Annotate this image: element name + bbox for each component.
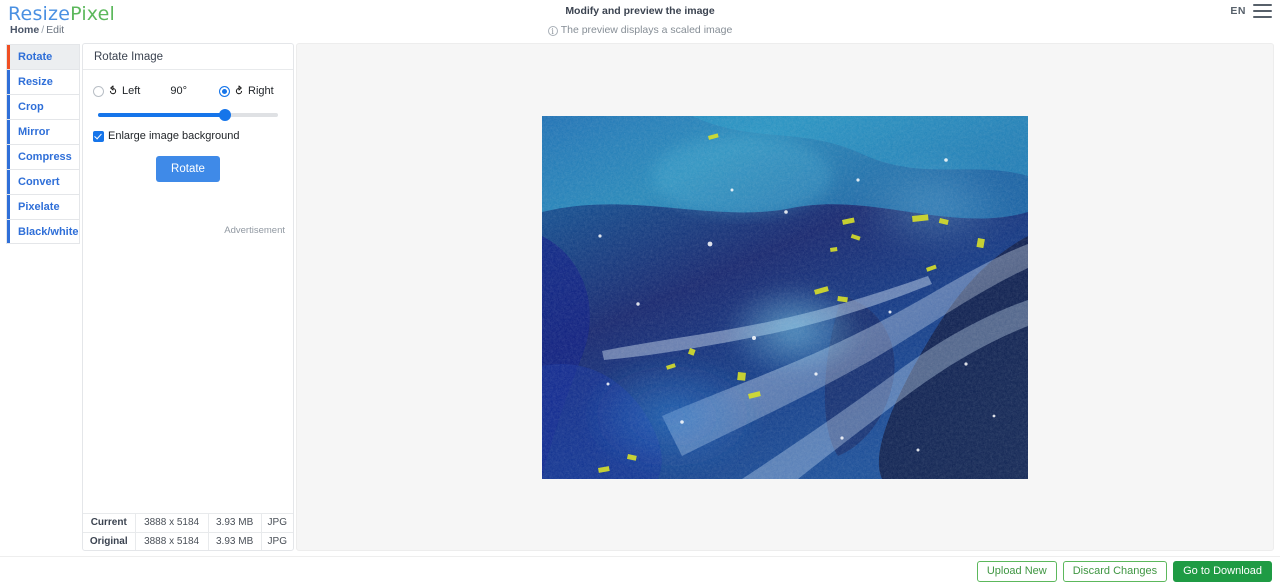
sidebar-item-crop[interactable]: Crop: [6, 94, 80, 119]
logo-text-pixel: Pixel: [70, 3, 116, 25]
sidebar-item-label: Black/white: [18, 225, 79, 238]
sidebar-item-resize[interactable]: Resize: [6, 69, 80, 94]
sidebar-item-convert[interactable]: Convert: [6, 169, 80, 194]
enlarge-background-label: Enlarge image background: [108, 130, 240, 142]
preview-note: i The preview displays a scaled image: [0, 24, 1280, 37]
action-footer: Upload New Discard Changes Go to Downloa…: [0, 556, 1280, 585]
header-right-controls: EN: [1230, 4, 1272, 18]
go-to-download-button[interactable]: Go to Download: [1173, 560, 1272, 582]
image-preview-area: [296, 43, 1274, 551]
row-format: JPG: [267, 535, 287, 547]
enlarge-background-option[interactable]: Enlarge image background: [93, 130, 283, 142]
preview-image[interactable]: [542, 115, 1028, 479]
rotate-angle-slider[interactable]: [93, 109, 283, 121]
row-label: Current: [83, 514, 136, 533]
sidebar-item-pixelate[interactable]: Pixelate: [6, 194, 80, 219]
row-label: Original: [83, 532, 136, 550]
rotate-left-label: Left: [122, 85, 141, 97]
rotate-left-radio[interactable]: [93, 85, 104, 97]
image-info-table: Current 3888 x 5184 3.93 MB JPG Original…: [83, 513, 293, 550]
slider-thumb[interactable]: [219, 109, 231, 121]
upload-new-button[interactable]: Upload New: [976, 560, 1057, 582]
sidebar-item-label: Mirror: [18, 126, 50, 138]
sidebar-item-black-white[interactable]: Black/white: [6, 219, 80, 244]
sidebar-item-mirror[interactable]: Mirror: [6, 119, 80, 144]
discard-changes-button[interactable]: Discard Changes: [1062, 560, 1168, 582]
sidebar-item-compress[interactable]: Compress: [6, 144, 80, 169]
advertisement-slot: [83, 200, 293, 540]
info-circle-icon: i: [547, 26, 558, 36]
rotate-right-radio[interactable]: [219, 85, 230, 97]
panel-title: Rotate Image: [83, 44, 293, 70]
enlarge-background-checkbox[interactable]: [93, 130, 104, 142]
sidebar-item-label: Rotate: [18, 51, 53, 63]
rotate-button[interactable]: Rotate: [156, 156, 220, 182]
rotate-left-option[interactable]: Left: [93, 85, 140, 97]
preview-image-render: [542, 115, 1028, 479]
page-title: Modify and preview the image: [565, 5, 715, 17]
hamburger-line-3: [1253, 16, 1272, 18]
rotate-counterclockwise-icon: [109, 85, 117, 95]
rotate-right-label: Right: [248, 85, 274, 97]
header-center-block: Modify and preview the image i The previe…: [0, 5, 1280, 37]
row-dimensions: 3888 x 5184: [135, 532, 209, 550]
sidebar-item-label: Compress: [18, 151, 72, 163]
advertisement-label: Advertisement: [224, 225, 285, 236]
hamburger-line-2: [1253, 10, 1272, 12]
breadcrumb-home-link[interactable]: Home: [10, 24, 39, 36]
slider-fill: [98, 113, 226, 117]
rotate-right-option[interactable]: Right: [219, 85, 274, 97]
row-size: 3.93 MB: [208, 514, 262, 533]
rotate-direction-row: Left 90° Right: [93, 82, 283, 100]
row-size: 3.93 MB: [208, 532, 262, 550]
rotate-clockwise-icon: [235, 85, 243, 95]
language-selector[interactable]: EN: [1230, 5, 1246, 17]
panel-body: Left 90° Right Enlarge image background …: [83, 70, 293, 236]
app-logo[interactable]: ResizePixel: [8, 3, 115, 25]
sidebar-item-label: Resize: [18, 76, 53, 88]
row-format: JPG: [261, 514, 293, 533]
sidebar-item-label: Crop: [18, 101, 44, 113]
sidebar-item-label: Pixelate: [18, 201, 60, 213]
table-row: Original 3888 x 5184 3.93 MB JPG: [83, 532, 293, 550]
app-header: ResizePixel Home / Edit Modify and preview…: [0, 0, 1280, 40]
breadcrumb-current: Edit: [46, 24, 65, 36]
hamburger-menu-icon[interactable]: [1253, 4, 1272, 18]
tool-sidebar: Rotate Resize Crop Mirror Compress Conve…: [6, 44, 80, 244]
table-row: Current 3888 x 5184 3.93 MB JPG: [83, 514, 293, 533]
sidebar-item-label: Convert: [18, 176, 60, 188]
breadcrumb: Home / Edit: [10, 24, 64, 36]
rotate-angle-value: 90°: [170, 85, 187, 97]
breadcrumb-separator: /: [41, 24, 45, 36]
rotate-tool-panel: Rotate Image Left 90° Right Enlarge imag…: [82, 43, 294, 551]
preview-note-text: The preview displays a scaled image: [560, 24, 733, 36]
row-dimensions: 3888 x 5184: [135, 514, 209, 533]
logo-text-resize: Resize: [8, 3, 71, 25]
hamburger-line-1: [1253, 4, 1272, 6]
sidebar-item-rotate[interactable]: Rotate: [6, 44, 80, 69]
